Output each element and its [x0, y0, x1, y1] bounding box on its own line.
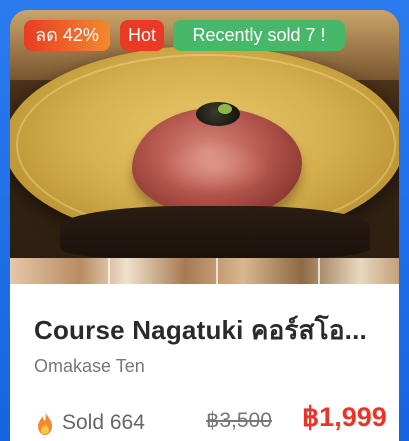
photo-hand: [60, 206, 370, 258]
discount-badge: ลด 42%: [24, 20, 110, 51]
deal-photo[interactable]: [10, 10, 399, 284]
photo-bottom-strip: [10, 258, 399, 284]
restaurant-name: Omakase Ten: [34, 356, 145, 376]
sold-count: Sold 664: [34, 406, 145, 440]
photo-strip-divider: [318, 258, 320, 284]
deal-card[interactable]: Course Nagatuki คอร์สโอ... Omakase Ten S…: [10, 10, 399, 441]
photo-strip-divider: [216, 258, 218, 284]
sale-price: ฿1,999: [302, 402, 387, 432]
original-price: ฿3,500: [206, 409, 272, 432]
fire-icon: [34, 410, 56, 436]
selection-frame: Course Nagatuki คอร์สโอ... Omakase Ten S…: [0, 0, 409, 441]
sold-count-label: Sold 664: [62, 411, 145, 434]
photo-beef-highlight: [160, 140, 270, 195]
hot-badge: Hot: [120, 20, 164, 51]
photo-strip-divider: [108, 258, 110, 284]
recently-sold-badge: Recently sold 7 !: [173, 20, 345, 51]
photo-garnish: [218, 104, 232, 114]
deal-title[interactable]: Course Nagatuki คอร์สโอ...: [34, 310, 399, 346]
